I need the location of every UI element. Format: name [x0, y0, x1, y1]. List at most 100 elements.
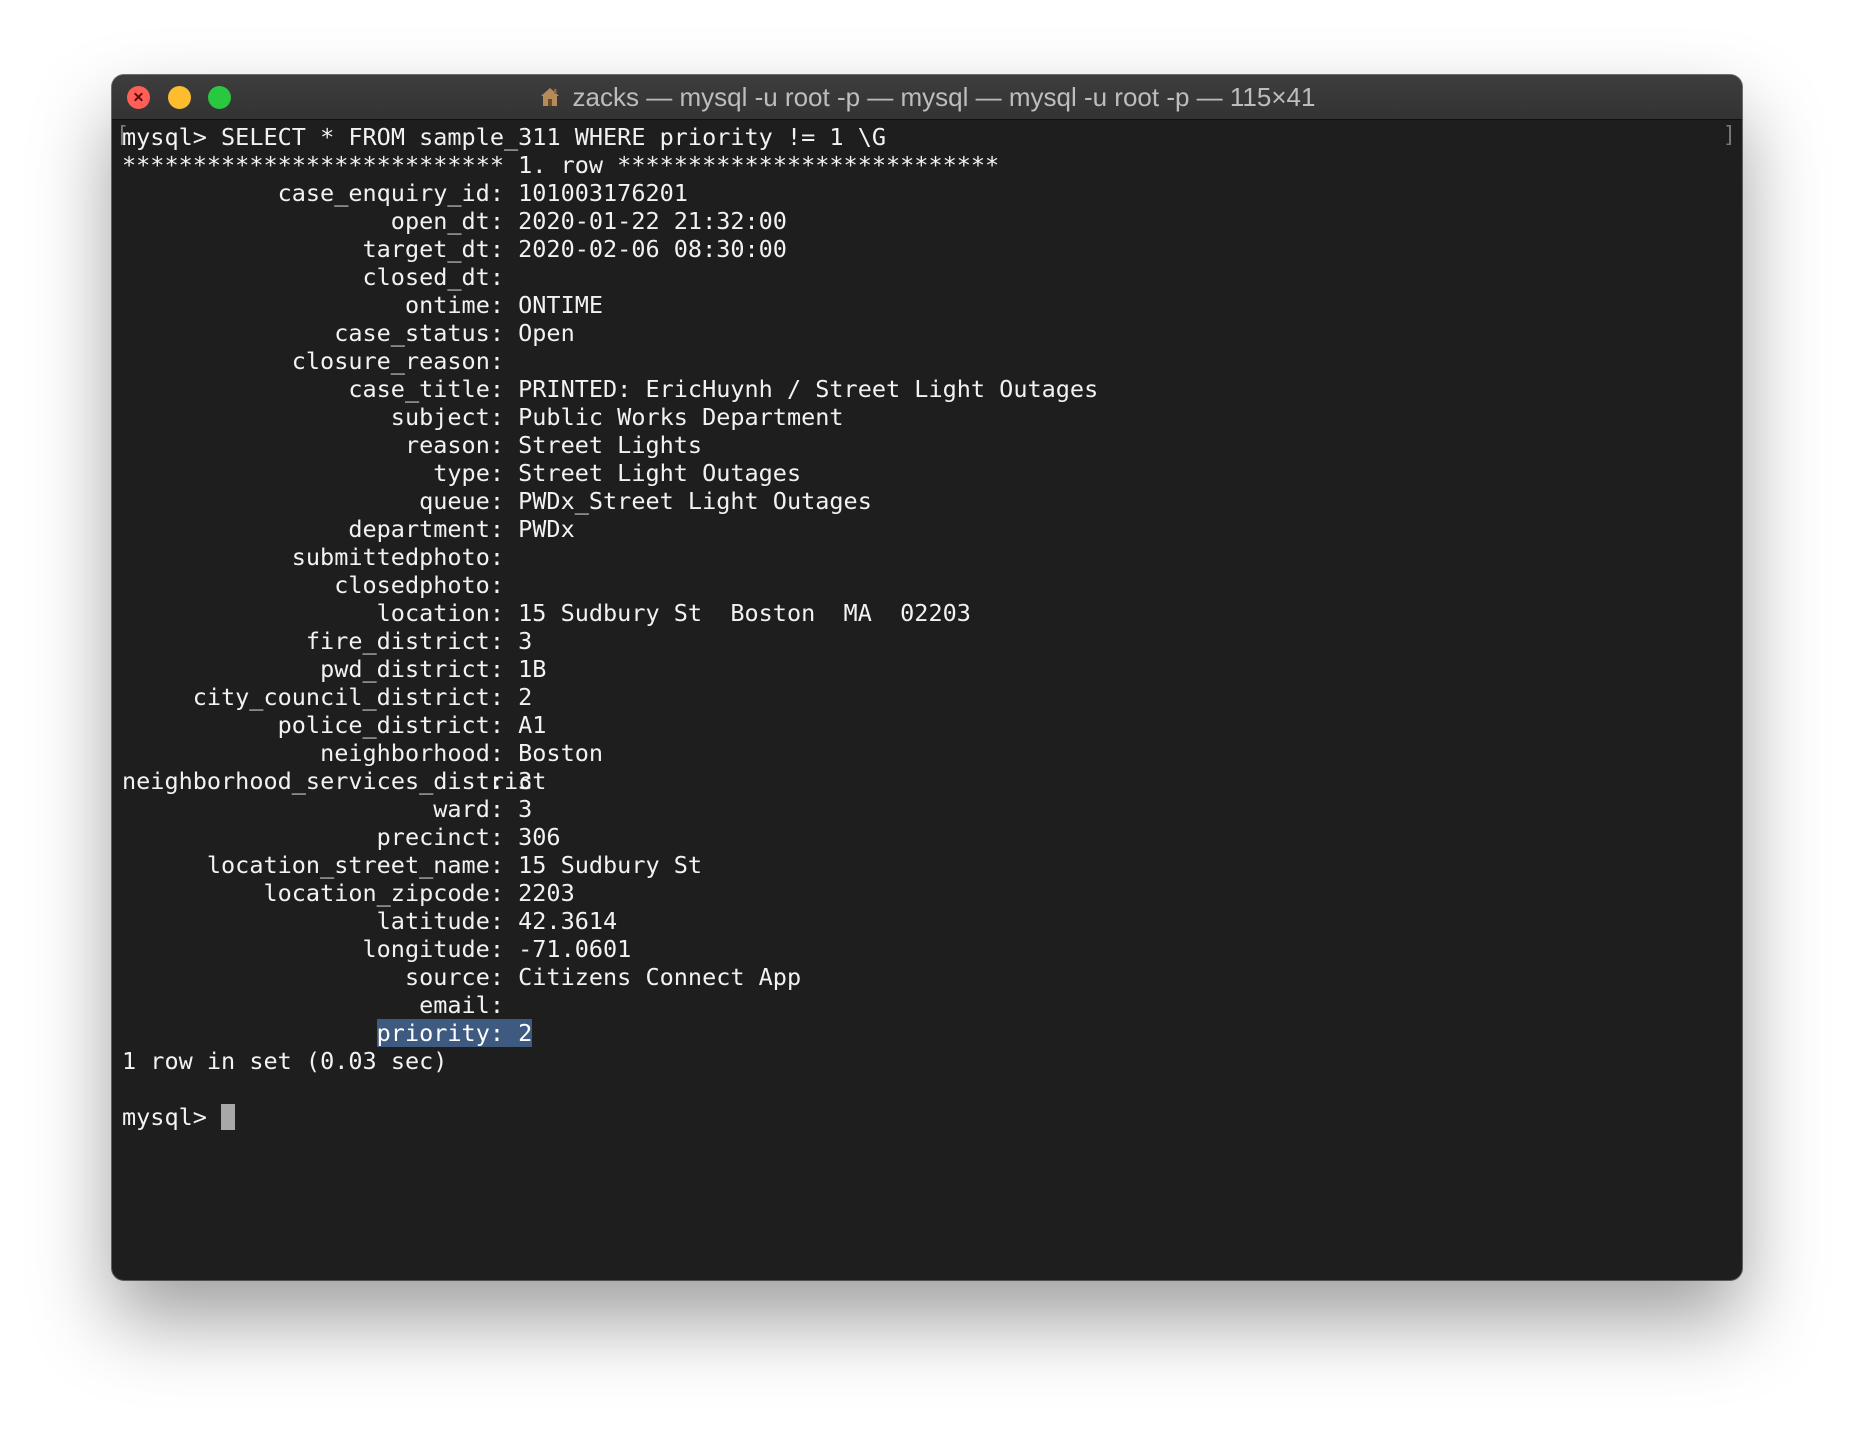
field-separator: : — [489, 319, 519, 347]
field-separator: : — [489, 739, 519, 767]
field-value: Street Light Outages — [518, 459, 802, 487]
field-row-location: location: 15 Sudbury St Boston MA 02203 — [122, 599, 1732, 627]
field-value: 101003176201 — [518, 179, 688, 207]
terminal-window: zacks — mysql -u root -p — mysql — mysql… — [112, 75, 1742, 1280]
field-value: 2 — [518, 1019, 533, 1047]
field-value: PWDx_Street Light Outages — [518, 487, 872, 515]
field-value: Street Lights — [518, 431, 703, 459]
field-separator: : — [489, 683, 519, 711]
title-bar[interactable]: zacks — mysql -u root -p — mysql — mysql… — [112, 75, 1742, 120]
field-separator: : — [489, 431, 519, 459]
field-row-neighborhood-services-district: neighborhood_services_district: 3 — [122, 767, 1732, 795]
field-name: longitude — [362, 935, 490, 963]
field-row-submittedphoto: submittedphoto: — [122, 543, 1732, 571]
field-name: precinct — [376, 823, 490, 851]
field-value: 3 — [518, 627, 533, 655]
field-separator: : — [489, 515, 519, 543]
field-separator: : — [489, 235, 519, 263]
field-value: 3 — [518, 767, 533, 795]
field-value: 2020-02-06 08:30:00 — [518, 235, 787, 263]
field-value: Open — [518, 319, 575, 347]
field-row-type: type: Street Light Outages — [122, 459, 1732, 487]
field-row-precinct: precinct: 306 — [122, 823, 1732, 851]
field-name: closed_dt — [362, 263, 490, 291]
field-value: PRINTED: EricHuynh / Street Light Outage… — [518, 375, 1099, 403]
field-separator: : — [489, 907, 519, 935]
field-name: neighborhood — [320, 739, 490, 767]
field-name: fire_district — [305, 627, 490, 655]
field-separator: : — [489, 459, 519, 487]
field-name: ward — [433, 795, 490, 823]
text-cursor — [221, 1104, 236, 1130]
result-summary: 1 row in set (0.03 sec) — [122, 1047, 448, 1075]
field-value: 2203 — [518, 879, 575, 907]
field-name: location — [376, 599, 490, 627]
field-separator: : — [489, 991, 519, 1019]
field-value: 1B — [518, 655, 547, 683]
field-row-queue: queue: PWDx_Street Light Outages — [122, 487, 1732, 515]
field-separator: : — [489, 627, 519, 655]
field-name: location_zipcode — [263, 879, 490, 907]
field-value: 2020-01-22 21:32:00 — [518, 207, 787, 235]
field-row-case-status: case_status: Open — [122, 319, 1732, 347]
field-name: closure_reason — [291, 347, 490, 375]
field-row-police-district: police_district: A1 — [122, 711, 1732, 739]
field-name: neighborhood_services_district — [122, 767, 547, 795]
prompt: mysql> — [122, 1103, 222, 1131]
field-value: -71.0601 — [518, 935, 632, 963]
field-value: Boston — [518, 739, 604, 767]
field-separator: : — [489, 291, 519, 319]
field-row-case-enquiry-id: case_enquiry_id: 101003176201 — [122, 179, 1732, 207]
field-row-location-street-name: location_street_name: 15 Sudbury St — [122, 851, 1732, 879]
field-row-fire-district: fire_district: 3 — [122, 627, 1732, 655]
field-name: case_status — [334, 319, 490, 347]
field-separator: : — [489, 207, 519, 235]
field-name: type — [433, 459, 490, 487]
field-name: email — [419, 991, 490, 1019]
field-name: queue — [419, 487, 490, 515]
field-name: pwd_district — [320, 655, 490, 683]
field-separator: : — [489, 179, 519, 207]
field-separator: : — [489, 347, 519, 375]
window-title: zacks — mysql -u root -p — mysql — mysql… — [572, 81, 1316, 112]
field-name: target_dt — [362, 235, 490, 263]
field-separator: : — [489, 655, 519, 683]
field-separator: : — [489, 851, 519, 879]
field-row-closedphoto: closedphoto: — [122, 571, 1732, 599]
field-separator: : — [489, 487, 519, 515]
selection-highlight-value: : 2 — [489, 1019, 533, 1047]
field-row-ontime: ontime: ONTIME — [122, 291, 1732, 319]
field-value: 3 — [518, 795, 533, 823]
field-separator: : — [489, 963, 519, 991]
field-row-target-dt: target_dt: 2020-02-06 08:30:00 — [122, 235, 1732, 263]
command-line: mysql> SELECT * FROM sample_311 WHERE pr… — [122, 123, 887, 151]
field-row-reason: reason: Street Lights — [122, 431, 1732, 459]
field-value: PWDx — [518, 515, 575, 543]
field-value: A1 — [518, 711, 547, 739]
field-name: reason — [404, 431, 490, 459]
field-name: ontime — [404, 291, 490, 319]
field-name-text: priority — [376, 1019, 490, 1047]
field-separator: : — [489, 1019, 519, 1047]
field-name: case_title — [348, 375, 490, 403]
field-row-location-zipcode: location_zipcode: 2203 — [122, 879, 1732, 907]
field-name: source — [404, 963, 490, 991]
field-value: ONTIME — [518, 291, 604, 319]
field-row-closed-dt: closed_dt: — [122, 263, 1732, 291]
field-value: 306 — [518, 823, 561, 851]
field-row-department: department: PWDx — [122, 515, 1732, 543]
field-name: city_council_district — [192, 683, 490, 711]
prompt-line[interactable]: mysql> — [122, 1103, 1732, 1131]
field-row-latitude: latitude: 42.3614 — [122, 907, 1732, 935]
field-row-case-title: case_title: PRINTED: EricHuynh / Street … — [122, 375, 1732, 403]
terminal-output[interactable]: mysql> SELECT * FROM sample_311 WHERE pr… — [122, 119, 1732, 1280]
field-name: closedphoto — [334, 571, 490, 599]
field-row-open-dt: open_dt: 2020-01-22 21:32:00 — [122, 207, 1732, 235]
field-row-subject: subject: Public Works Department — [122, 403, 1732, 431]
field-separator: : — [489, 571, 519, 599]
row-header: *************************** 1. row *****… — [122, 151, 1000, 179]
field-row-longitude: longitude: -71.0601 — [122, 935, 1732, 963]
field-row-closure-reason: closure_reason: — [122, 347, 1732, 375]
field-name: latitude — [376, 907, 490, 935]
